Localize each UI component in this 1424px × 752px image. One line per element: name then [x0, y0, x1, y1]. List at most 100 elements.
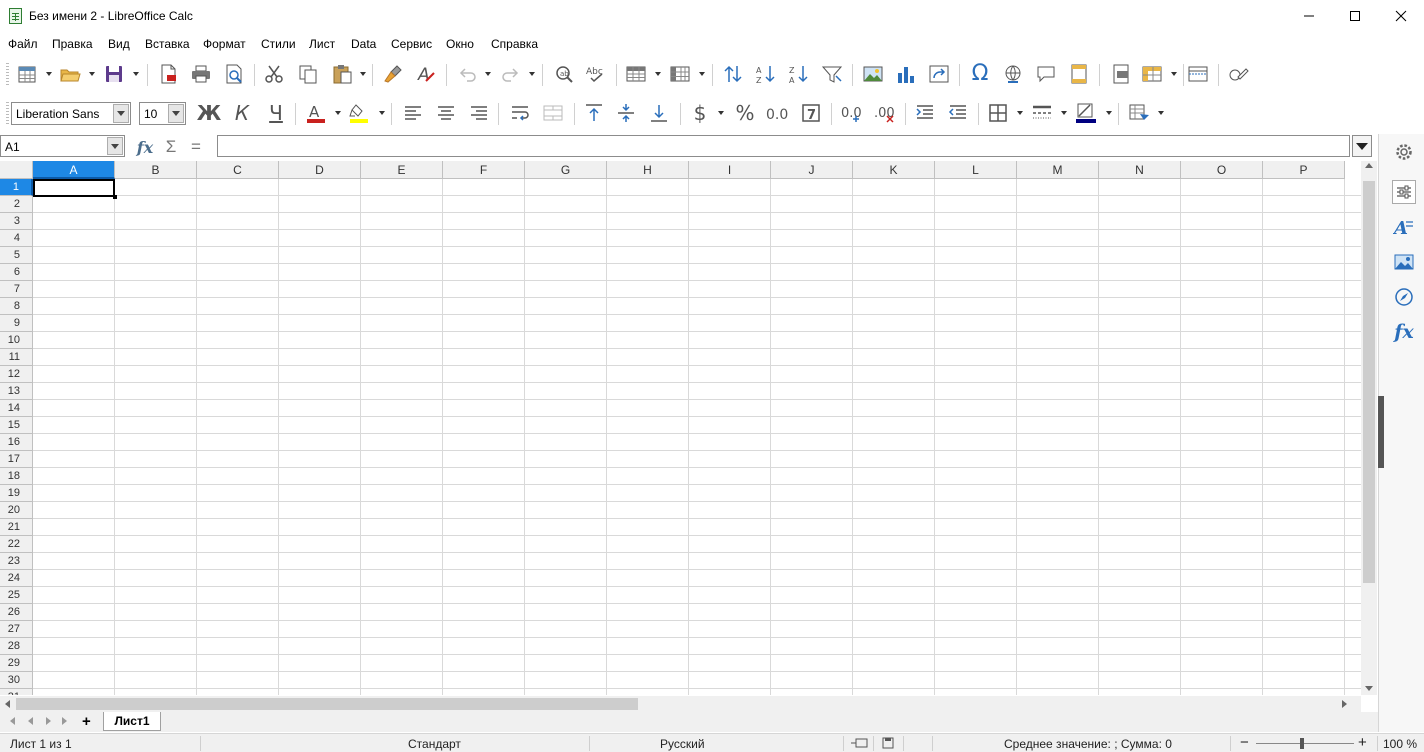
prev-sheet-nav[interactable] [28, 717, 33, 725]
headers-footers-button[interactable] [1067, 62, 1091, 86]
row-header[interactable]: 13 [0, 383, 33, 400]
find-replace-button[interactable]: ab [552, 62, 576, 86]
menu-file[interactable]: Файл [8, 37, 38, 51]
row-header[interactable]: 12 [0, 366, 33, 383]
export-pdf-button[interactable] [156, 62, 180, 86]
column-header[interactable]: O [1181, 161, 1263, 179]
toolbar-grip[interactable] [6, 63, 9, 85]
sum-button[interactable]: Σ [160, 136, 182, 158]
row-header[interactable]: 28 [0, 638, 33, 655]
special-character-button[interactable]: Ω [968, 62, 992, 86]
row-header[interactable]: 18 [0, 468, 33, 485]
row-header[interactable]: 9 [0, 315, 33, 332]
row-header[interactable]: 3 [0, 213, 33, 230]
highlighting-color-button[interactable] [347, 101, 371, 125]
conditional-formatting-dropdown-arrow[interactable] [1158, 111, 1164, 115]
horizontal-scroll-thumb[interactable] [16, 698, 638, 710]
row-header[interactable]: 23 [0, 553, 33, 570]
minimize-button[interactable] [1286, 0, 1332, 32]
insert-hyperlink-button[interactable] [1001, 62, 1025, 86]
currency-format-button[interactable]: $ [688, 101, 712, 125]
first-sheet-nav[interactable] [10, 717, 15, 725]
column-header[interactable]: M [1017, 161, 1099, 179]
show-draw-functions-button[interactable] [1226, 62, 1250, 86]
print-button[interactable] [189, 62, 213, 86]
formula-input[interactable] [217, 135, 1350, 157]
paste-button[interactable] [330, 62, 354, 86]
name-box-dropdown[interactable] [107, 137, 123, 155]
row-header[interactable]: 6 [0, 264, 33, 281]
border-color-dropdown-arrow[interactable] [1106, 111, 1112, 115]
column-header[interactable]: P [1263, 161, 1345, 179]
insert-image-button[interactable] [861, 62, 885, 86]
sidebar-functions-button[interactable]: fx [1392, 320, 1416, 344]
copy-button[interactable] [296, 62, 320, 86]
row-button[interactable] [624, 62, 648, 86]
merge-center-button[interactable] [541, 101, 565, 125]
bold-button[interactable]: Ж [197, 101, 221, 125]
row-header[interactable]: 20 [0, 502, 33, 519]
row-header[interactable]: 29 [0, 655, 33, 672]
sort-button[interactable] [721, 62, 745, 86]
page-style[interactable]: Стандарт [408, 737, 461, 751]
row-header[interactable]: 14 [0, 400, 33, 417]
align-right-button[interactable] [467, 101, 491, 125]
row-header[interactable]: 25 [0, 587, 33, 604]
conditional-formatting-button[interactable] [1127, 101, 1151, 125]
column-header[interactable]: F [443, 161, 525, 179]
sidebar-properties-button[interactable] [1392, 180, 1416, 204]
freeze-rows-columns-button[interactable] [1140, 62, 1164, 86]
percent-format-button[interactable]: % [733, 101, 757, 125]
last-sheet-nav[interactable] [62, 717, 67, 725]
font-color-dropdown-arrow[interactable] [335, 111, 341, 115]
zoom-level[interactable]: 100 % [1383, 737, 1417, 751]
row-header[interactable]: 19 [0, 485, 33, 502]
insert-comment-button[interactable] [1034, 62, 1058, 86]
sidebar-settings-button[interactable] [1392, 140, 1416, 164]
cut-button[interactable] [262, 62, 286, 86]
insert-pivot-table-button[interactable] [927, 62, 951, 86]
border-style-button[interactable] [1030, 101, 1054, 125]
center-vertically-button[interactable] [614, 101, 638, 125]
scroll-up-arrow[interactable] [1365, 163, 1373, 168]
menu-view[interactable]: Вид [108, 37, 130, 51]
sidebar-navigator-button[interactable] [1392, 285, 1416, 309]
scroll-down-arrow[interactable] [1365, 686, 1373, 691]
row-header[interactable]: 31 [0, 689, 33, 695]
delete-decimal-place-button[interactable]: .00 [873, 101, 897, 125]
menu-data[interactable]: Data [351, 37, 376, 51]
row-header[interactable]: 24 [0, 570, 33, 587]
menu-sheet[interactable]: Лист [309, 37, 335, 51]
align-bottom-button[interactable] [647, 101, 671, 125]
clear-formatting-button[interactable]: A [414, 62, 438, 86]
menu-styles[interactable]: Стили [261, 37, 296, 51]
zoom-slider[interactable] [1256, 743, 1354, 744]
cell-area[interactable] [33, 179, 1361, 695]
row-header[interactable]: 17 [0, 451, 33, 468]
currency-dropdown-arrow[interactable] [718, 111, 724, 115]
new-button[interactable] [15, 62, 39, 86]
font-name-dropdown[interactable] [113, 104, 129, 123]
scroll-left-arrow[interactable] [5, 700, 10, 708]
insert-chart-button[interactable] [894, 62, 918, 86]
border-style-dropdown-arrow[interactable] [1061, 111, 1067, 115]
menu-edit[interactable]: Правка [52, 37, 93, 51]
select-all-corner[interactable] [0, 161, 33, 179]
undo-button[interactable] [455, 62, 479, 86]
menu-window[interactable]: Окно [446, 37, 474, 51]
zoom-out-button[interactable]: − [1240, 734, 1249, 751]
border-color-button[interactable] [1074, 101, 1098, 125]
document-modified-icon[interactable] [882, 737, 894, 749]
increase-indent-button[interactable] [913, 101, 937, 125]
selection-mode-icon[interactable] [850, 737, 868, 749]
row-header[interactable]: 7 [0, 281, 33, 298]
align-center-button[interactable] [434, 101, 458, 125]
sidebar-gallery-button[interactable] [1392, 250, 1416, 274]
spreadsheet-grid[interactable]: ABCDEFGHIJKLMNOP 1 2 3 4 5 6 7 8 9 10 11 12 13 14 15 16… [0, 161, 1361, 695]
column-header[interactable]: K [853, 161, 935, 179]
number-format-button[interactable]: 0.0 [765, 101, 789, 125]
font-size-combobox[interactable]: 10 [139, 102, 186, 125]
row-header[interactable]: 1 [0, 179, 33, 196]
toolbar-grip[interactable] [6, 102, 9, 124]
menu-format[interactable]: Формат [203, 37, 246, 51]
